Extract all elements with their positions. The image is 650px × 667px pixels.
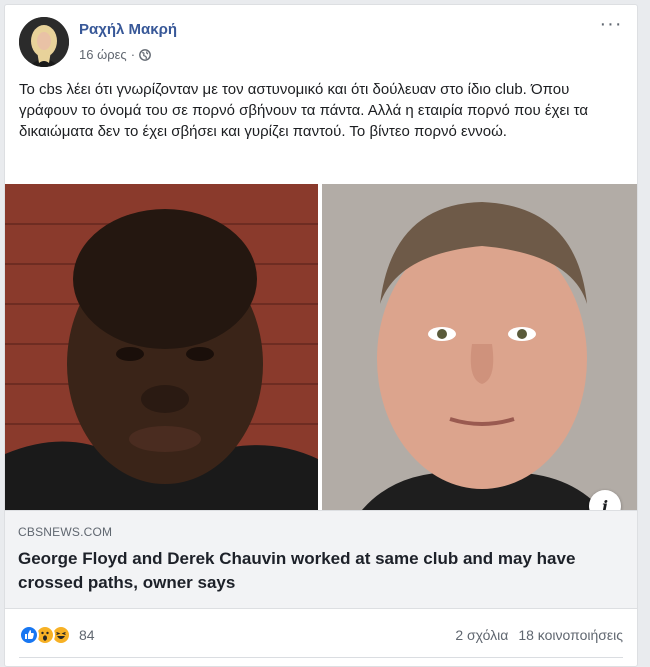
photo-george-floyd	[5, 184, 318, 510]
avatar-image	[19, 17, 69, 67]
reaction-count: 84	[79, 627, 95, 643]
photo-derek-chauvin	[322, 184, 637, 510]
comments-count[interactable]: 2 σχόλια	[455, 627, 508, 643]
footer-divider	[19, 657, 623, 658]
link-preview-image[interactable]: i	[5, 184, 637, 522]
author-name[interactable]: Ραχήλ Μακρή	[79, 21, 177, 38]
post-header: Ραχήλ Μακρή 16 ώρες · ···	[19, 14, 623, 69]
link-domain: CBSNEWS.COM	[18, 525, 113, 539]
like-icon	[19, 625, 39, 645]
post-text: Το cbs λέει ότι γνωρίζονταν με τον αστυν…	[19, 81, 589, 140]
post-stats: 2 σχόλια 18 κοινοποιήσεις	[455, 627, 623, 643]
shares-count[interactable]: 18 κοινοποιήσεις	[518, 627, 623, 643]
post-meta: 16 ώρες ·	[79, 47, 151, 62]
post-card: Ραχήλ Μακρή 16 ώρες · ··· Το cbs λέει ότ…	[4, 4, 638, 667]
avatar[interactable]	[19, 17, 69, 67]
post-time[interactable]: 16 ώρες	[79, 47, 127, 62]
reactions-summary[interactable]: 84	[19, 625, 95, 645]
globe-icon	[139, 48, 151, 61]
meta-separator: ·	[130, 47, 136, 62]
more-options-icon[interactable]: ···	[599, 14, 623, 37]
post-footer: 84 2 σχόλια 18 κοινοποιήσεις	[19, 617, 623, 653]
link-title[interactable]: George Floyd and Derek Chauvin worked at…	[18, 547, 617, 595]
link-preview[interactable]: CBSNEWS.COM George Floyd and Derek Chauv…	[5, 510, 637, 609]
